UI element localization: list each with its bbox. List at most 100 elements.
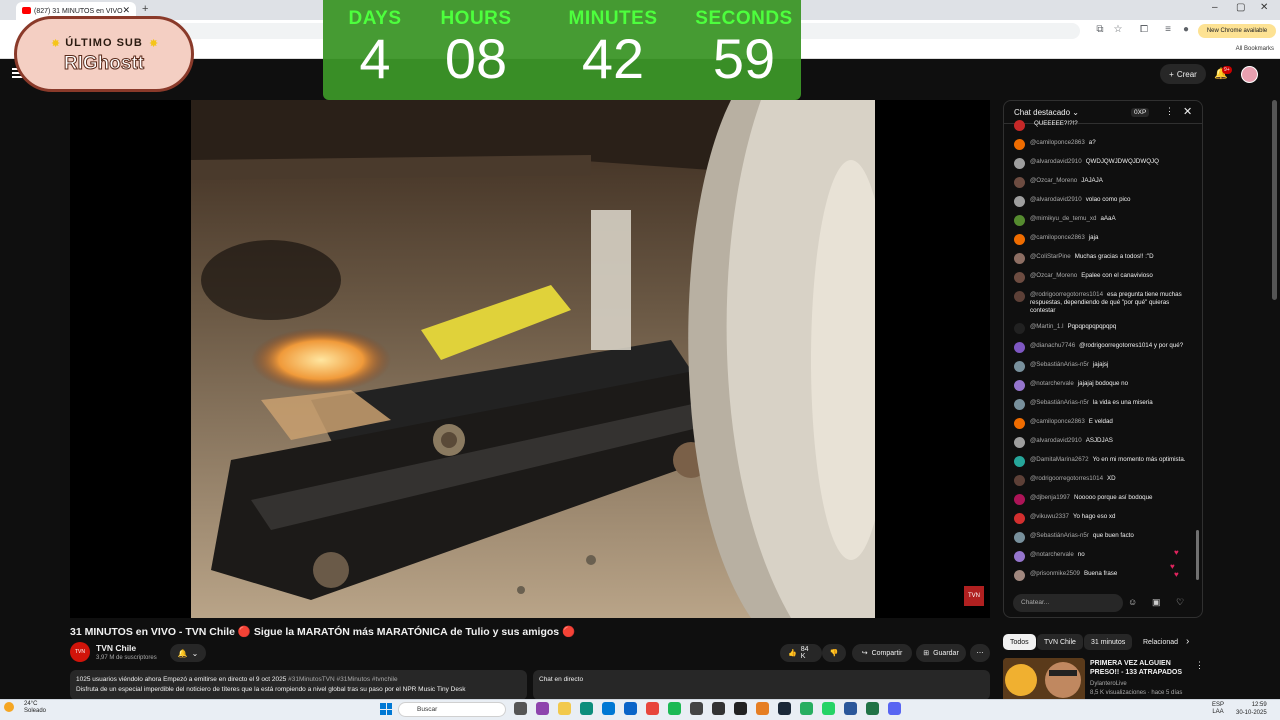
chat-author-avatar[interactable] [1014,139,1025,150]
spotify-icon[interactable] [668,702,681,715]
chat-author-avatar[interactable] [1014,323,1025,334]
chrome-update-button[interactable]: New Chrome available [1198,24,1276,38]
chat-author-name[interactable]: @camiloponce2863 [1030,234,1085,241]
chat-author-avatar[interactable] [1014,399,1025,410]
app-icon[interactable] [756,702,769,715]
chip-tvn-chile[interactable]: TVN Chile [1037,634,1083,650]
chat-author-avatar[interactable] [1014,513,1025,524]
live-chat-box[interactable] [533,670,990,700]
chat-author-name[interactable]: @Ozcar_Moreno [1030,177,1077,184]
xp-badge[interactable]: 0XP [1131,108,1150,117]
command-icon[interactable] [734,702,747,715]
chat-author-name[interactable]: @Ozcar_Moreno [1030,272,1077,279]
copilot-icon[interactable] [536,702,549,715]
chat-author-avatar[interactable] [1014,437,1025,448]
chat-author-avatar[interactable] [1014,570,1025,581]
language-indicator[interactable]: ESP LAA [1212,702,1224,716]
window-close-icon[interactable]: ✕ [1260,2,1268,13]
chat-author-avatar[interactable] [1014,215,1025,226]
more-actions-button[interactable]: ⋯ [970,644,990,662]
chat-author-avatar[interactable] [1014,475,1025,486]
store-icon[interactable] [602,702,615,715]
chat-author-avatar[interactable] [1014,272,1025,283]
chat-author-avatar[interactable] [1014,291,1025,302]
dislike-button[interactable]: 👎 [822,644,846,662]
outlook-icon[interactable] [624,702,637,715]
chat-mode-dropdown[interactable]: Chat destacado ⌄ [1014,108,1079,117]
chat-author-avatar[interactable] [1014,551,1025,562]
chat-scrollbar[interactable] [1196,530,1199,580]
like-button[interactable]: 👍 84 K [780,644,822,662]
create-button[interactable]: + Crear [1160,64,1206,84]
user-avatar[interactable] [1241,66,1258,83]
chat-menu-icon[interactable]: ⋮ [1165,106,1174,117]
chat-author-name[interactable]: @rodrigoorregotorres1014 [1030,475,1103,482]
word-icon[interactable] [844,702,857,715]
chat-close-icon[interactable]: ✕ [1183,105,1192,118]
chat-author-avatar[interactable] [1014,456,1025,467]
subscription-bell-button[interactable]: 🔔 ⌄ [170,644,206,662]
related-more-icon[interactable]: ⋮ [1195,660,1204,671]
channel-name[interactable]: TVN Chile [96,643,136,653]
save-button[interactable]: ⊞ Guardar [916,644,966,662]
related-video-title[interactable]: PRIMERA VEZ ALGUIEN PRESO!! - 133 ATRAPA… [1090,659,1190,677]
chip-todos[interactable]: Todos [1003,634,1036,650]
chat-author-name[interactable]: @alvarodavid2910 [1030,437,1082,444]
chat-author-name[interactable]: @alvarodavid2910 [1030,158,1082,165]
windows-start-icon[interactable] [380,703,392,715]
chat-author-name[interactable]: @Martin_1.l [1030,323,1063,330]
heart-icon[interactable]: ♡ [1176,597,1184,608]
chat-author-avatar[interactable] [1014,234,1025,245]
chat-author-name[interactable]: @SebastiánArias-n5r [1030,399,1089,406]
chat-author-name[interactable]: @DamitaMarina2672 [1030,456,1089,463]
edge-icon[interactable] [580,702,593,715]
media-icon[interactable]: ≡ [1162,24,1174,36]
chat-author-name[interactable]: @ColiStarPine [1030,253,1071,260]
chat-author-avatar[interactable] [1014,158,1025,169]
terminal-icon[interactable] [712,702,725,715]
chat-author-name[interactable]: @camiloponce2863 [1030,139,1085,146]
chat-author-name[interactable]: @prisonmike2509 [1030,570,1080,577]
task-view-icon[interactable] [514,702,527,715]
chat-author-name[interactable]: @dianachu7746 [1030,342,1075,349]
app-icon[interactable] [690,702,703,715]
chip-relacionados[interactable]: Relacionad [1136,634,1178,650]
related-video-thumbnail[interactable] [1003,658,1085,702]
chevron-right-icon[interactable]: › [1186,636,1189,647]
discord-icon[interactable] [888,702,901,715]
chat-author-name[interactable]: @vikuwu2337 [1030,513,1069,520]
share-button[interactable]: ↪ Compartir [852,644,912,662]
chat-author-name[interactable]: @alvarodavid2910 [1030,196,1082,203]
chat-author-avatar[interactable] [1014,361,1025,372]
chat-author-name[interactable]: @camiloponce2863 [1030,418,1085,425]
chat-author-avatar[interactable] [1014,532,1025,543]
app-icon[interactable] [800,702,813,715]
extensions-icon[interactable]: ⧠ [1138,24,1150,36]
chat-author-avatar[interactable] [1014,380,1025,391]
related-video-channel[interactable]: DylanteroLive [1090,681,1127,687]
whatsapp-icon[interactable] [822,702,835,715]
chat-author-name[interactable]: @mimikyu_de_temu_xd [1030,215,1096,222]
close-tab-icon[interactable]: ✕ [122,5,130,16]
chat-author-avatar[interactable] [1014,196,1025,207]
chat-author-avatar[interactable] [1014,494,1025,505]
chat-author-avatar[interactable] [1014,418,1025,429]
taskbar-clock[interactable]: 12:59 30-10-2025 [1236,701,1267,717]
new-tab-icon[interactable]: + [142,3,148,15]
chat-author-avatar[interactable] [1014,342,1025,353]
bookmark-star-icon[interactable]: ☆ [1112,24,1124,36]
file-explorer-icon[interactable] [558,702,571,715]
chip-31-minutos[interactable]: 31 minutos [1084,634,1133,650]
chat-author-name[interactable]: @rodrigoorregotorres1014 [1030,291,1103,298]
description-tags[interactable]: #31MinutosTVN #31Minutos #tvnchile [288,676,397,683]
description-box[interactable] [70,670,527,700]
steam-icon[interactable] [778,702,791,715]
maximize-icon[interactable]: ▢ [1236,2,1245,13]
taskbar-search[interactable]: Buscar [398,702,506,717]
weather-widget[interactable]: 24°C Soleado [24,701,46,715]
chat-author-name[interactable]: @notarchervale [1030,380,1074,387]
chat-author-name[interactable]: @SebastiánArias-n5r [1030,532,1089,539]
profile-icon[interactable]: ● [1180,24,1192,36]
emoji-icon[interactable]: ☺ [1128,597,1137,607]
chat-author-avatar[interactable] [1014,177,1025,188]
